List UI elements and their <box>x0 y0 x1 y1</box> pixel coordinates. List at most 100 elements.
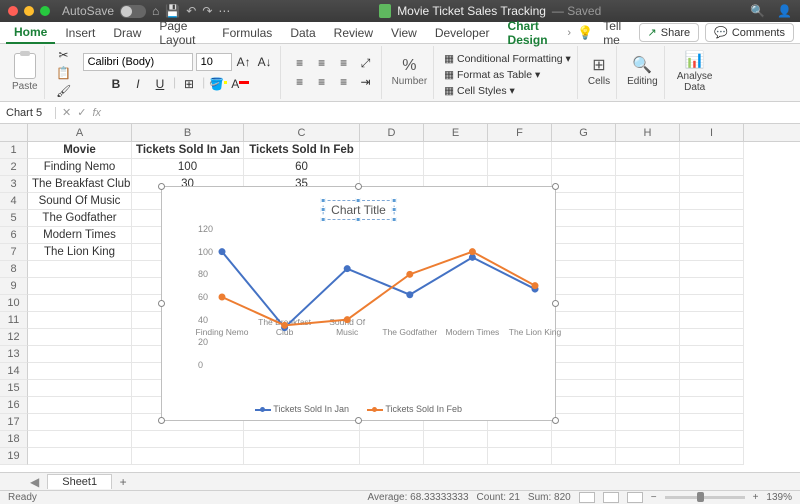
cell[interactable] <box>680 193 744 210</box>
cell[interactable] <box>616 176 680 193</box>
cell[interactable] <box>680 414 744 431</box>
cell[interactable] <box>552 431 616 448</box>
bold-button[interactable]: B <box>107 75 125 93</box>
cell[interactable] <box>28 363 132 380</box>
align-bottom-icon[interactable]: ≡ <box>335 54 353 72</box>
cell[interactable] <box>552 448 616 465</box>
cell[interactable] <box>680 142 744 159</box>
cell[interactable] <box>132 431 244 448</box>
cell[interactable] <box>680 278 744 295</box>
select-all-corner[interactable] <box>0 124 28 141</box>
cell[interactable] <box>28 329 132 346</box>
row-header[interactable]: 16 <box>0 397 28 414</box>
cell[interactable] <box>616 414 680 431</box>
underline-button[interactable]: U <box>151 75 169 93</box>
cell[interactable] <box>616 329 680 346</box>
cell[interactable] <box>552 295 616 312</box>
resize-handle[interactable] <box>552 417 559 424</box>
cell[interactable] <box>680 448 744 465</box>
row-header[interactable]: 9 <box>0 278 28 295</box>
row-header[interactable]: 4 <box>0 193 28 210</box>
row-header[interactable]: 12 <box>0 329 28 346</box>
tab-draw[interactable]: Draw <box>105 23 149 43</box>
comments-button[interactable]: 💬Comments <box>705 23 794 42</box>
cell[interactable] <box>244 431 360 448</box>
column-header[interactable]: D <box>360 124 424 141</box>
search-icon[interactable]: 🔍 <box>750 4 765 18</box>
cell[interactable] <box>28 278 132 295</box>
cell[interactable] <box>360 448 424 465</box>
row-header[interactable]: 14 <box>0 363 28 380</box>
fx-icon[interactable]: fx <box>92 107 101 119</box>
cell[interactable] <box>424 142 488 159</box>
column-header[interactable]: H <box>616 124 680 141</box>
spreadsheet-grid[interactable]: ABCDEFGHI 1MovieTickets Sold In JanTicke… <box>0 124 800 492</box>
row-header[interactable]: 13 <box>0 346 28 363</box>
embedded-chart[interactable]: Chart Title 020406080100120Finding NemoT… <box>161 186 556 421</box>
cell[interactable] <box>680 227 744 244</box>
row-header[interactable]: 8 <box>0 261 28 278</box>
column-header[interactable]: E <box>424 124 488 141</box>
cell[interactable]: Finding Nemo <box>28 159 132 176</box>
resize-handle[interactable] <box>158 300 165 307</box>
user-icon[interactable]: 👤 <box>777 4 792 18</box>
font-size-select[interactable] <box>196 53 232 71</box>
cell[interactable] <box>552 227 616 244</box>
resize-handle[interactable] <box>355 417 362 424</box>
zoom-out-icon[interactable]: − <box>651 492 657 503</box>
cell[interactable] <box>616 346 680 363</box>
fill-color-button[interactable]: 🪣 <box>209 75 227 93</box>
page-layout-view-icon[interactable] <box>603 492 619 503</box>
cell[interactable] <box>28 397 132 414</box>
tab-insert[interactable]: Insert <box>57 23 103 43</box>
zoom-slider[interactable] <box>665 496 745 499</box>
tell-me[interactable]: Tell me <box>595 16 636 50</box>
cell[interactable] <box>28 414 132 431</box>
row-header[interactable]: 1 <box>0 142 28 159</box>
cell[interactable] <box>680 244 744 261</box>
cell[interactable]: Tickets Sold In Jan <box>132 142 244 159</box>
cell[interactable] <box>616 142 680 159</box>
cell[interactable] <box>360 431 424 448</box>
row-header[interactable]: 11 <box>0 312 28 329</box>
tab-developer[interactable]: Developer <box>427 23 498 43</box>
cell[interactable] <box>552 380 616 397</box>
cell[interactable] <box>28 380 132 397</box>
cell[interactable] <box>488 159 552 176</box>
cell[interactable] <box>552 261 616 278</box>
align-center-icon[interactable]: ≡ <box>313 73 331 91</box>
cell[interactable] <box>680 176 744 193</box>
align-top-icon[interactable]: ≡ <box>291 54 309 72</box>
row-header[interactable]: 19 <box>0 448 28 465</box>
cell[interactable]: Sound Of Music <box>28 193 132 210</box>
zoom-in-icon[interactable]: + <box>753 492 759 503</box>
cell[interactable] <box>552 278 616 295</box>
zoom-level[interactable]: 139% <box>766 492 792 503</box>
cell[interactable]: 60 <box>244 159 360 176</box>
sheet-nav-prev-icon[interactable]: ◀ <box>30 475 39 489</box>
row-header[interactable]: 15 <box>0 380 28 397</box>
cell[interactable] <box>244 448 360 465</box>
cell[interactable] <box>552 142 616 159</box>
more-tabs-icon[interactable]: › <box>567 27 571 39</box>
column-header[interactable]: B <box>132 124 244 141</box>
cell[interactable] <box>552 159 616 176</box>
borders-button[interactable]: ⊞ <box>180 75 198 93</box>
chart-plot-area[interactable]: 020406080100120Finding NemoThe Breakfast… <box>192 229 545 365</box>
column-header[interactable]: G <box>552 124 616 141</box>
analyse-group[interactable]: 📊 Analyse Data <box>669 46 721 99</box>
confirm-formula-icon[interactable]: ✓ <box>77 106 86 119</box>
cell[interactable] <box>360 142 424 159</box>
format-as-table-button[interactable]: ▦ Format as Table ▾ <box>444 69 540 81</box>
cell[interactable] <box>28 431 132 448</box>
resize-handle[interactable] <box>552 183 559 190</box>
row-header[interactable]: 10 <box>0 295 28 312</box>
cell[interactable] <box>28 312 132 329</box>
cell[interactable] <box>680 363 744 380</box>
tab-chart-design[interactable]: Chart Design <box>500 16 566 50</box>
chart-title[interactable]: Chart Title <box>322 200 395 220</box>
cell[interactable] <box>552 414 616 431</box>
cell[interactable] <box>680 261 744 278</box>
indent-icon[interactable]: ⇥ <box>357 73 375 91</box>
align-middle-icon[interactable]: ≡ <box>313 54 331 72</box>
